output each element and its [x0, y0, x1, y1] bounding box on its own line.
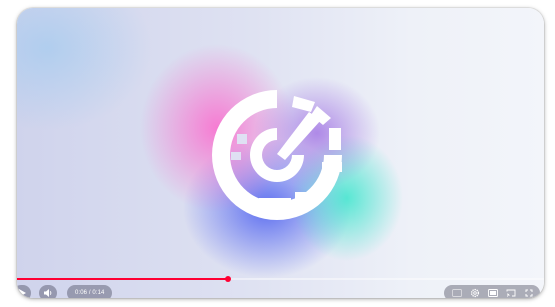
subtitles-icon[interactable] — [452, 288, 462, 298]
fullscreen-icon[interactable] — [524, 288, 534, 298]
play-icon — [17, 288, 27, 298]
controls-left: 0:06 / 0:14 — [17, 285, 113, 298]
time-display-text: 0:06 / 0:14 — [75, 290, 105, 296]
progress-scrubber[interactable] — [224, 276, 231, 282]
logo-icon — [212, 90, 342, 220]
progress-fill — [17, 278, 228, 280]
settings-gear-icon[interactable] — [470, 288, 480, 298]
miniplayer-icon[interactable] — [488, 288, 498, 298]
controls-right — [444, 285, 540, 298]
volume-icon — [43, 288, 53, 298]
time-display: 0:06 / 0:14 — [67, 285, 113, 298]
volume-button[interactable] — [39, 285, 57, 298]
cast-icon[interactable] — [506, 288, 516, 298]
video-player[interactable]: 0:06 / 0:14 — [17, 8, 544, 298]
play-button[interactable] — [17, 285, 31, 298]
progress-bar[interactable] — [17, 276, 544, 282]
